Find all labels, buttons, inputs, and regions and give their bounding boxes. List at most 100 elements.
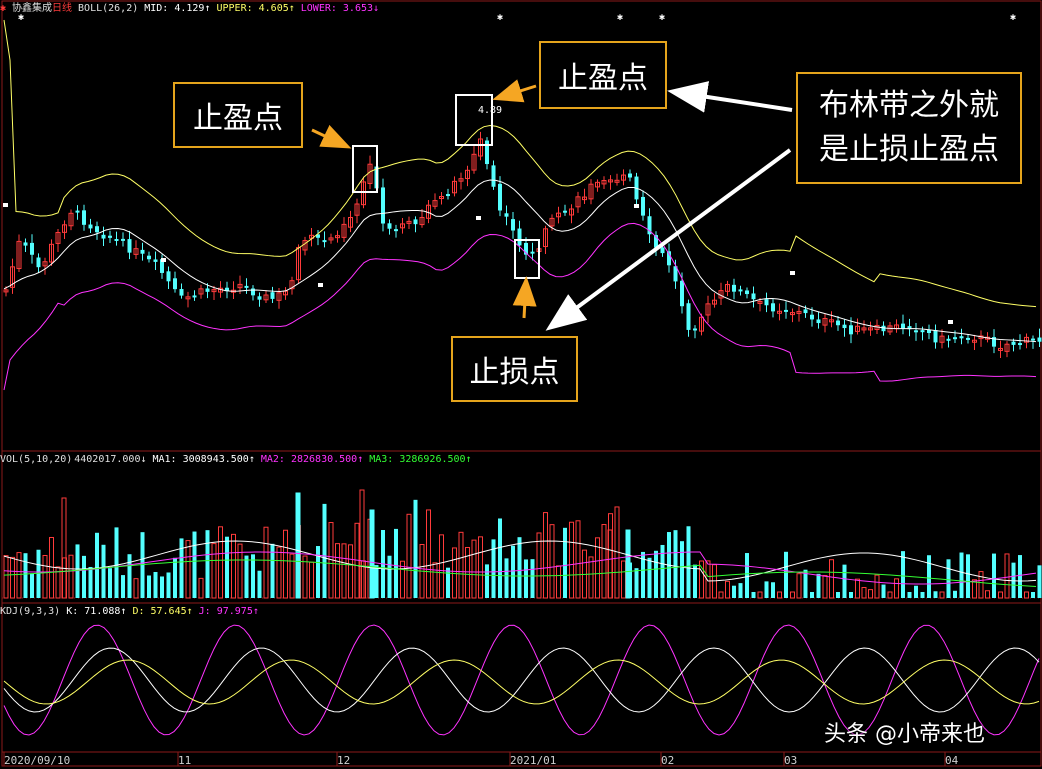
volume-bar	[601, 524, 607, 599]
volume-bar	[1024, 591, 1029, 599]
volume-bar	[257, 570, 262, 598]
volume-bar	[771, 582, 775, 598]
candle-body	[23, 242, 28, 246]
candle-body	[270, 292, 275, 299]
volume-bar	[751, 592, 756, 598]
volume-bar	[68, 554, 74, 599]
candle-body	[966, 337, 970, 340]
volume-bar	[316, 546, 320, 598]
candle-body	[920, 330, 925, 333]
candle-body	[933, 330, 938, 343]
volume-bar	[211, 543, 217, 599]
volume-bar	[524, 559, 528, 598]
candle-body	[803, 309, 808, 314]
volume-bar	[816, 573, 821, 598]
volume-bar	[153, 571, 158, 598]
mid-marker-3	[476, 216, 481, 220]
volume-bar	[406, 513, 412, 599]
volume-bar	[959, 552, 964, 598]
x-tick-3: 2021/01	[510, 754, 557, 767]
volume-bar	[569, 521, 574, 599]
arrow-to-stop-box	[512, 276, 537, 319]
volume-bar	[88, 566, 93, 598]
boll-mid: MID: 4.129↑	[144, 3, 211, 14]
x-tick-4: 02	[661, 754, 675, 767]
volume-bar	[465, 546, 470, 599]
volume-bar	[75, 544, 80, 598]
volume-bar	[907, 592, 912, 598]
x-tick-5: 03	[784, 754, 798, 767]
take-profit-callout-left: 止盈点	[173, 82, 303, 148]
candle-body	[101, 234, 106, 239]
volume-bar	[927, 555, 931, 598]
volume-bar	[3, 555, 9, 599]
candle-body	[257, 296, 262, 300]
candle-body	[1018, 343, 1022, 346]
volume-bar	[127, 554, 132, 598]
volume-bar	[439, 534, 444, 599]
volume-bar	[335, 543, 340, 599]
volume-bar	[829, 559, 834, 599]
candle-body	[114, 238, 119, 241]
kdj-d-line	[3, 659, 1040, 705]
period-label: 日线	[52, 3, 73, 14]
volume-bar	[218, 526, 223, 599]
kdj-indicator: KDJ(9,3,3)	[0, 606, 61, 617]
volume-bar	[556, 565, 561, 599]
candle-body	[836, 320, 840, 326]
candle-body	[1031, 338, 1035, 341]
boll-lower: LOWER: 3.653↓	[300, 3, 380, 14]
note-arrow-upper	[667, 81, 793, 113]
boll-header: ✱ 协鑫集成日线 BOLL(26,2) MID: 4.129↑ UPPER: 4.605…	[0, 2, 385, 16]
candle-body	[179, 289, 184, 296]
candle-body	[660, 247, 665, 254]
candle-body	[387, 223, 392, 229]
stock-icon: ✱	[0, 3, 7, 14]
volume-bar	[225, 536, 229, 598]
candle-body	[1037, 337, 1042, 342]
volume-bar	[966, 554, 970, 598]
note-arrow-lower	[545, 148, 792, 331]
volume-bar	[953, 590, 957, 598]
candle-body	[738, 289, 743, 292]
take-profit-callout-top: 止盈点	[539, 41, 667, 109]
candle-body	[322, 240, 327, 243]
candle-body	[394, 229, 398, 232]
volume-bar	[790, 591, 795, 599]
volume-bar	[1004, 553, 1010, 599]
high-price-label: 4.89	[478, 105, 503, 116]
boll-mid-line	[3, 179, 1037, 343]
volume-bar	[543, 512, 548, 599]
volume-bar	[160, 576, 164, 598]
volume-bar	[855, 578, 860, 599]
volume-bar	[914, 585, 918, 598]
volume-bar	[341, 543, 347, 599]
mid-marker-6	[948, 320, 953, 324]
volume-bar	[654, 550, 658, 598]
candle-body	[75, 210, 80, 213]
volume-bar	[446, 567, 450, 598]
candle-body	[251, 288, 255, 296]
volume-bar	[549, 524, 555, 599]
candle-body	[504, 213, 509, 217]
volume-bar	[179, 538, 184, 598]
kdj-k: K: 71.088↑	[66, 606, 127, 617]
candle-body	[901, 323, 905, 329]
arrow-to-top-box	[492, 79, 537, 103]
mid-marker-4	[634, 204, 639, 208]
volume-bar	[276, 546, 282, 599]
volume-bar	[231, 533, 236, 599]
candle-body	[1011, 341, 1016, 345]
candle-body	[849, 325, 853, 335]
candle-body	[147, 255, 151, 260]
volume-bar	[432, 562, 438, 599]
candle-body	[946, 338, 951, 341]
volume-bar	[693, 564, 697, 598]
volume-bar	[686, 526, 691, 598]
candle-body	[563, 210, 567, 213]
candle-body	[745, 290, 749, 295]
volume-bar	[251, 554, 255, 598]
volume-bar	[757, 591, 763, 599]
volume-spike	[625, 529, 631, 599]
volume-bar	[673, 530, 678, 598]
